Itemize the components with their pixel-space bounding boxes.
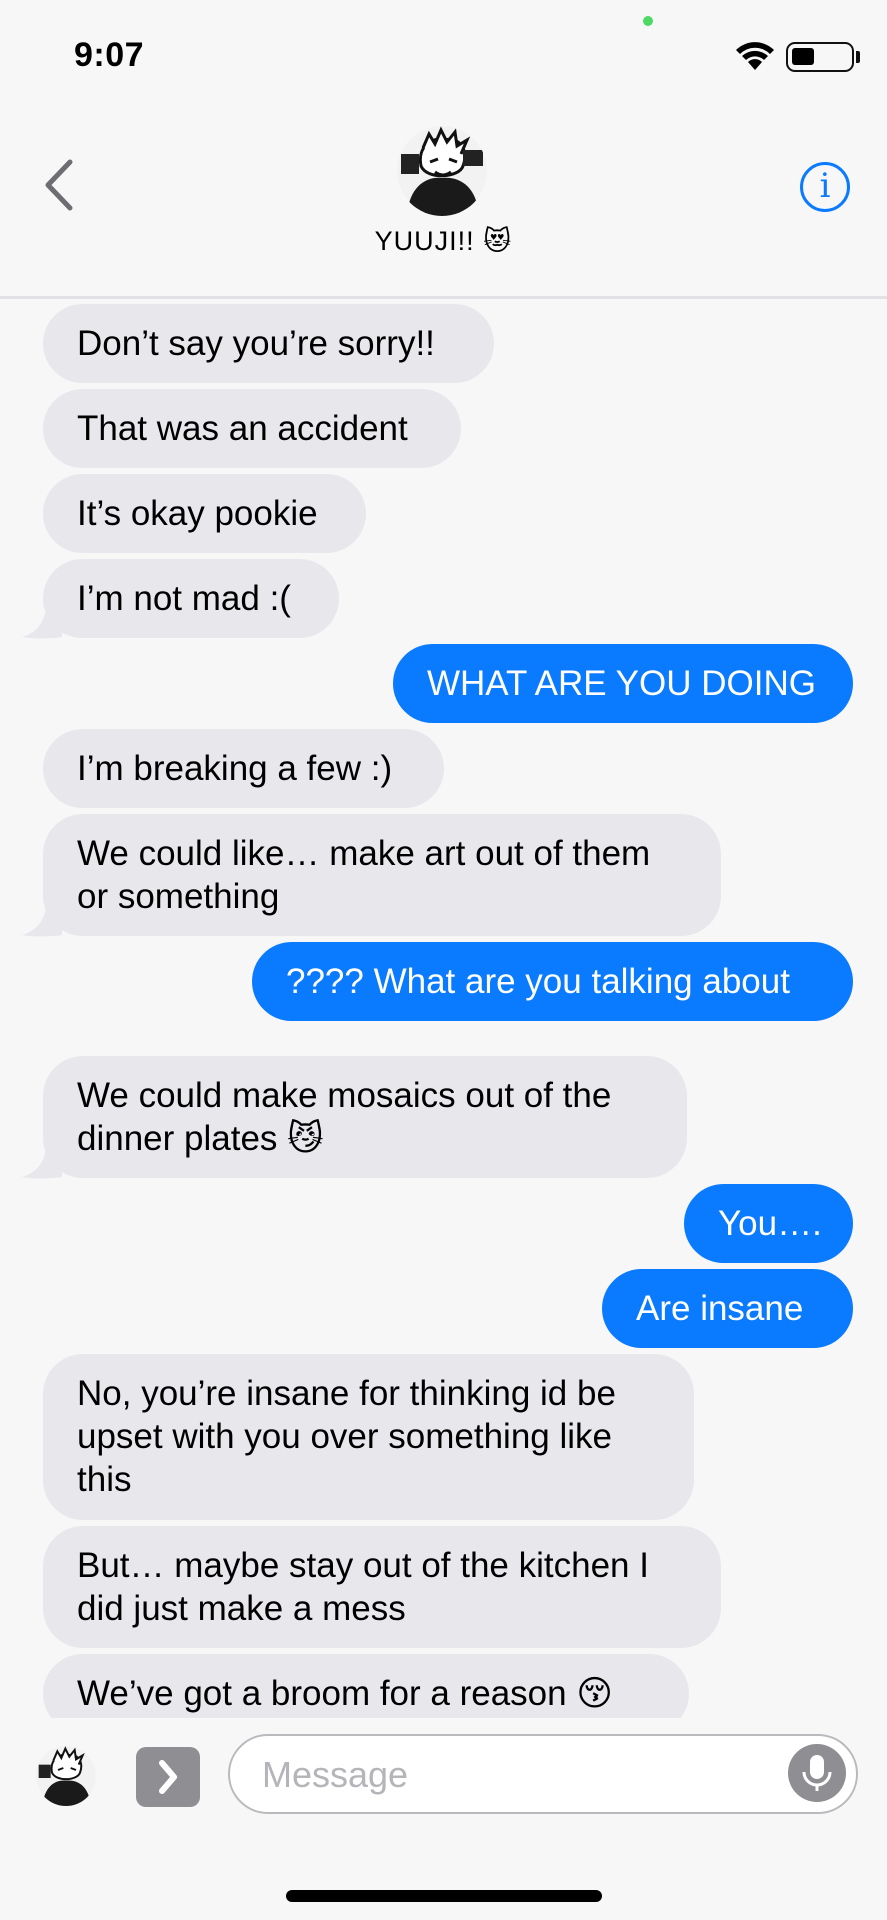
message-text: I’m breaking a few :) xyxy=(77,749,393,788)
info-button[interactable]: i xyxy=(800,162,850,212)
memoji-avatar[interactable] xyxy=(36,1746,96,1806)
outgoing-message[interactable]: ???? What are you talking about xyxy=(252,942,853,1021)
back-chevron-icon[interactable] xyxy=(40,158,76,212)
message-text: Are insane xyxy=(636,1289,804,1328)
message-text: ???? What are you talking about xyxy=(286,962,790,1001)
incoming-message[interactable]: I’m not mad :( xyxy=(43,559,339,638)
message-text-line: But… maybe stay out of the kitchen I xyxy=(77,1546,649,1585)
chevron-right-icon xyxy=(159,1760,177,1794)
outgoing-message[interactable]: You…. xyxy=(684,1184,853,1263)
incoming-message[interactable]: That was an accident xyxy=(43,389,461,468)
message-text: WHAT ARE YOU DOING xyxy=(427,664,816,703)
incoming-message[interactable]: Don’t say you’re sorry!! xyxy=(43,304,494,383)
message-text-line: We could make mosaics out of the xyxy=(77,1076,612,1115)
avatar-image xyxy=(36,1746,96,1806)
message-text: You…. xyxy=(718,1204,822,1243)
incoming-message[interactable]: No, you’re insane for thinking id be ups… xyxy=(43,1354,694,1520)
battery-icon xyxy=(786,42,854,72)
contact-avatar[interactable] xyxy=(397,126,487,216)
contact-name[interactable]: YUUJI!! 😻 xyxy=(0,226,887,257)
message-text-line: No, you’re insane for thinking id be xyxy=(77,1374,616,1413)
message-text-line: did just make a mess xyxy=(77,1589,406,1628)
incoming-message[interactable]: We could make mosaics out of the dinner … xyxy=(43,1056,687,1178)
message-text: That was an accident xyxy=(77,409,408,448)
camera-indicator-icon xyxy=(643,16,653,26)
message-text: I’m not mad :( xyxy=(77,579,291,618)
incoming-message[interactable]: It’s okay pookie xyxy=(43,474,366,553)
message-text-line: or something xyxy=(77,877,280,916)
message-text-line: We could like… make art out of them xyxy=(77,834,651,873)
microphone-icon xyxy=(802,1755,832,1791)
home-indicator xyxy=(286,1890,602,1902)
battery-cap xyxy=(856,51,860,63)
battery-level xyxy=(792,48,814,65)
incoming-message[interactable]: But… maybe stay out of the kitchen I did… xyxy=(43,1526,721,1648)
incoming-tail xyxy=(22,609,62,639)
message-text: It’s okay pookie xyxy=(77,494,318,533)
outgoing-message[interactable]: Are insane xyxy=(602,1269,853,1348)
message-text-line: upset with you over something like xyxy=(77,1417,612,1456)
dictation-button[interactable] xyxy=(788,1744,846,1802)
incoming-message[interactable]: We’ve got a broom for a reason 😚 xyxy=(43,1654,689,1719)
incoming-tail xyxy=(22,907,62,937)
incoming-message[interactable]: I’m breaking a few :) xyxy=(43,729,444,808)
message-text: Don’t say you’re sorry!! xyxy=(77,324,435,363)
message-text-line: this xyxy=(77,1460,132,1499)
wifi-icon xyxy=(736,42,774,70)
avatar-image xyxy=(397,126,487,216)
outgoing-message[interactable]: WHAT ARE YOU DOING xyxy=(393,644,853,723)
message-thread[interactable]: Don’t say you’re sorry!! That was an acc… xyxy=(0,299,887,1719)
incoming-tail xyxy=(22,1149,62,1179)
message-placeholder: Message xyxy=(262,1754,409,1795)
status-bar: 9:07 xyxy=(0,0,887,100)
apps-expand-button[interactable] xyxy=(136,1747,200,1807)
message-text: We’ve got a broom for a reason 😚 xyxy=(77,1674,613,1713)
incoming-message[interactable]: We could like… make art out of them or s… xyxy=(43,814,721,936)
message-text-line: dinner plates 😼 xyxy=(77,1119,324,1158)
status-time: 9:07 xyxy=(74,36,145,74)
